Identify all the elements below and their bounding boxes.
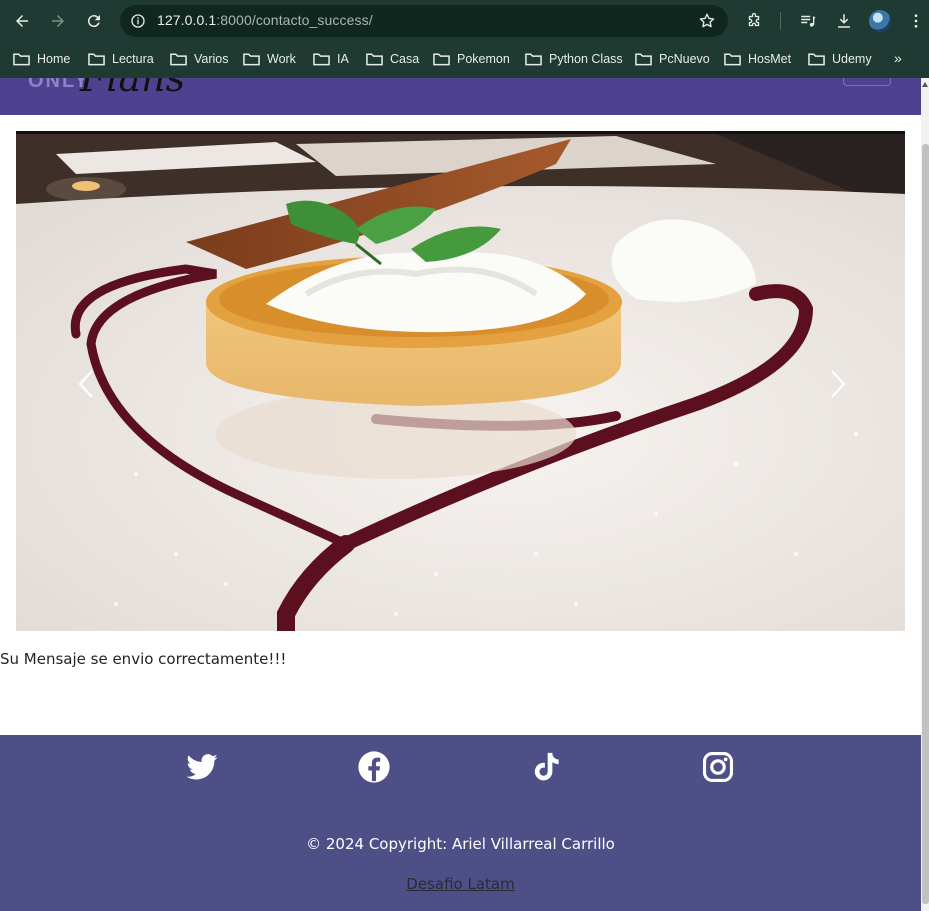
bookmark-star-icon[interactable] — [698, 12, 716, 30]
extensions-button[interactable] — [743, 10, 765, 32]
reload-icon — [87, 15, 100, 28]
folder-icon — [525, 53, 542, 66]
tiktok-icon — [534, 752, 559, 781]
page-scrollbar[interactable] — [921, 78, 929, 911]
bookmark-label: Casa — [390, 52, 420, 66]
folder-icon — [808, 53, 825, 66]
bookmark-label: PcNuevo — [659, 52, 710, 66]
arrow-right-icon — [52, 15, 64, 27]
bookmark-label: Udemy — [832, 52, 872, 66]
browser-toolbar: 127.0.0.1:8000/contacto_success/ — [0, 0, 929, 42]
profile-avatar[interactable] — [869, 10, 891, 32]
address-bar[interactable]: 127.0.0.1:8000/contacto_success/ — [120, 5, 728, 37]
twitter-icon — [186, 754, 218, 780]
flan-photo — [16, 134, 905, 631]
bookmark-folder[interactable]: Udemy — [808, 49, 872, 69]
bookmark-label: HosMet — [748, 52, 792, 66]
folder-icon — [13, 53, 30, 66]
url-path: :8000/contacto_success/ — [216, 12, 373, 28]
logo-script: Flans — [80, 78, 186, 100]
bookmark-folder[interactable]: Lectura — [88, 49, 154, 69]
bookmarks-bar: Home Lectura Varios Work IA Casa Pokemon… — [0, 44, 929, 72]
bookmark-folder[interactable]: Varios — [170, 49, 229, 69]
desafio-latam-link[interactable]: Desafio Latam — [0, 875, 921, 893]
downloads-button[interactable] — [833, 10, 855, 32]
folder-icon — [366, 53, 383, 66]
bookmark-folder[interactable]: IA — [313, 49, 349, 69]
web-page: ONLY Flans Su Mensaje se envio correctam… — [0, 78, 921, 911]
bookmark-label: Work — [267, 52, 296, 66]
arrow-left-icon — [16, 15, 28, 27]
bookmark-label: Home — [37, 52, 71, 66]
bookmark-label: Python Class — [549, 52, 623, 66]
bookmark-folder[interactable]: Casa — [366, 49, 419, 69]
facebook-link[interactable] — [357, 750, 391, 784]
browser-menu-button[interactable] — [905, 10, 927, 32]
bookmark-label: Lectura — [112, 52, 154, 66]
folder-icon — [313, 53, 330, 66]
folder-icon — [635, 53, 652, 66]
url-host: 127.0.0.1 — [157, 12, 217, 28]
folder-icon — [243, 53, 260, 66]
carousel-prev-button[interactable] — [74, 369, 98, 399]
bookmarks-overflow-button[interactable]: » — [894, 50, 902, 66]
navbar-toggler-button[interactable] — [843, 78, 891, 86]
folder-icon — [88, 53, 105, 66]
instagram-icon — [702, 751, 734, 783]
site-footer: © 2024 Copyright: Ariel Villarreal Carri… — [0, 735, 921, 911]
reload-button[interactable] — [80, 8, 108, 34]
scroll-thumb[interactable] — [922, 144, 929, 904]
bookmark-folder[interactable]: Home — [13, 49, 70, 69]
success-message: Su Mensaje se envio correctamente!!! — [0, 650, 287, 668]
playlist-icon — [801, 15, 816, 27]
back-button[interactable] — [8, 8, 36, 34]
puzzle-icon — [748, 12, 760, 27]
tiktok-link[interactable] — [529, 750, 563, 784]
bookmark-folder[interactable]: Work — [243, 49, 296, 69]
bookmark-folder[interactable]: HosMet — [724, 49, 791, 69]
download-icon — [838, 14, 850, 28]
instagram-link[interactable] — [701, 750, 735, 784]
bookmark-label: IA — [337, 52, 349, 66]
bookmark-folder[interactable]: PcNuevo — [635, 49, 710, 69]
browser-chrome: 127.0.0.1:8000/contacto_success/ Home Le… — [0, 0, 929, 78]
forward-button[interactable] — [44, 8, 72, 34]
carousel-next-button[interactable] — [826, 369, 850, 399]
bookmark-folder[interactable]: Pokemon — [433, 49, 510, 69]
facebook-icon — [358, 751, 390, 783]
media-control-button[interactable] — [797, 10, 819, 32]
copyright-text: © 2024 Copyright: Ariel Villarreal Carri… — [306, 835, 615, 853]
scroll-up-arrow[interactable] — [922, 82, 928, 87]
dessert-carousel — [16, 131, 905, 631]
twitter-link[interactable] — [185, 750, 219, 784]
folder-icon — [724, 53, 741, 66]
site-navbar: ONLY Flans — [0, 78, 921, 115]
folder-icon — [433, 53, 450, 66]
toolbar-separator — [780, 12, 781, 30]
bookmark-folder[interactable]: Python Class — [525, 49, 623, 69]
folder-icon — [170, 53, 187, 66]
kebab-menu-icon — [914, 14, 918, 28]
url-text: 127.0.0.1:8000/contacto_success/ — [157, 12, 373, 28]
info-icon — [131, 14, 145, 28]
bookmark-label: Varios — [194, 52, 229, 66]
bookmark-label: Pokemon — [457, 52, 510, 66]
